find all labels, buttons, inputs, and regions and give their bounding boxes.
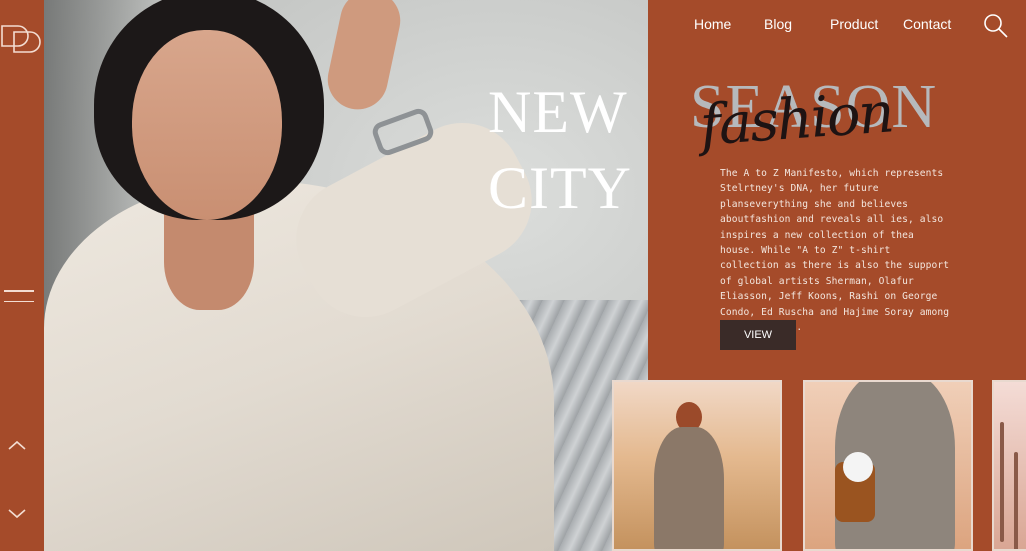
brand-logo-icon[interactable] (0, 18, 42, 58)
view-button[interactable]: VIEW (720, 320, 796, 350)
fashion-script-title: fashion (697, 80, 895, 159)
thumbnail-card[interactable] (992, 380, 1026, 551)
nav-blog-link[interactable]: Blog (764, 16, 792, 32)
left-rail (0, 0, 44, 551)
model-face (132, 30, 282, 220)
thumbnail-card[interactable] (803, 380, 973, 551)
feature-description: The A to Z Manifesto, which represents S… (720, 168, 950, 333)
search-icon[interactable] (982, 12, 1010, 40)
hamburger-menu-icon[interactable] (4, 290, 34, 308)
chevron-up-icon[interactable] (6, 438, 28, 452)
nav-contact-link[interactable]: Contact (903, 16, 951, 32)
hero-title-line1: NEW (488, 79, 628, 145)
hero-title-line2: CITY (488, 155, 632, 221)
nav-product-link[interactable]: Product (830, 16, 878, 32)
nav-home-link[interactable]: Home (694, 16, 731, 32)
chevron-down-icon[interactable] (6, 506, 28, 520)
thumbnail-card[interactable] (612, 380, 782, 551)
